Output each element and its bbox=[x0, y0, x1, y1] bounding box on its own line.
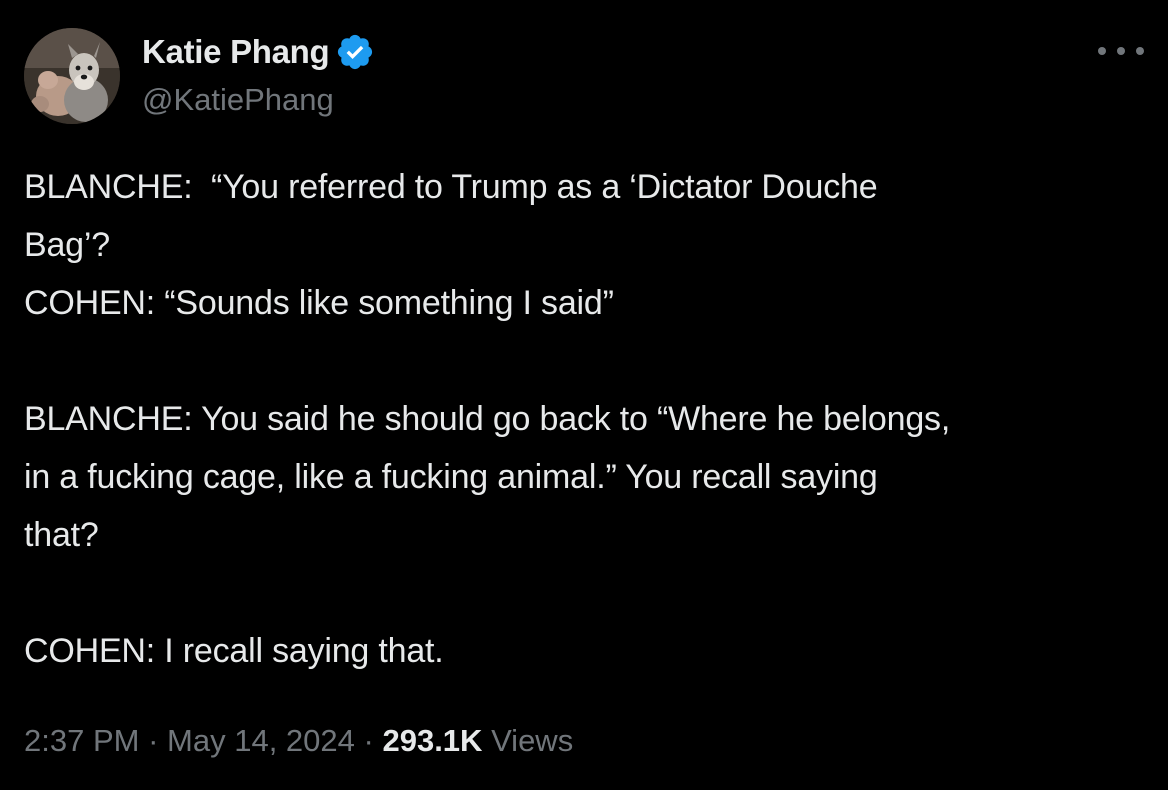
tweet-text-line bbox=[24, 564, 1154, 622]
tweet-card: Katie Phang @KatiePhang BLANCHE: “You re… bbox=[0, 0, 1168, 790]
author-handle[interactable]: @KatiePhang bbox=[142, 80, 334, 120]
tweet-text-line: that? bbox=[24, 516, 99, 554]
views-label: Views bbox=[491, 723, 574, 758]
meta-separator: · bbox=[363, 723, 374, 758]
tweet-meta: 2:37 PM · May 14, 2024 · 293.1K Views bbox=[24, 716, 573, 766]
author-display-name[interactable]: Katie Phang bbox=[142, 32, 330, 72]
tweet-text-line: BLANCHE: You said he should go back to “… bbox=[24, 400, 951, 438]
views-link[interactable]: 293.1K Views bbox=[382, 723, 573, 758]
more-horizontal-icon[interactable] bbox=[1098, 36, 1144, 66]
avatar[interactable] bbox=[24, 28, 120, 124]
tweet-text-line: COHEN: “Sounds like something I said” bbox=[24, 284, 614, 322]
verified-badge-icon[interactable] bbox=[335, 32, 375, 72]
more-dot bbox=[1098, 47, 1106, 55]
tweet-text-line bbox=[24, 332, 1154, 390]
more-dot bbox=[1136, 47, 1144, 55]
tweet-timestamp[interactable]: 2:37 PM · May 14, 2024 bbox=[24, 723, 355, 758]
tweet-text: BLANCHE: “You referred to Trump as a ‘Di… bbox=[24, 158, 1154, 680]
tweet-text-line: COHEN: I recall saying that. bbox=[24, 632, 444, 670]
tweet-time: 2:37 PM bbox=[24, 723, 140, 758]
meta-separator: · bbox=[148, 723, 159, 758]
more-dot bbox=[1117, 47, 1125, 55]
tweet-text-line: BLANCHE: “You referred to Trump as a ‘Di… bbox=[24, 168, 878, 206]
views-count: 293.1K bbox=[382, 723, 483, 758]
avatar-dog-photo bbox=[24, 28, 120, 124]
author-name-row: Katie Phang bbox=[142, 32, 375, 72]
tweet-date: May 14, 2024 bbox=[167, 723, 355, 758]
tweet-text-line: Bag’? bbox=[24, 226, 110, 264]
tweet-text-line: in a fucking cage, like a fucking animal… bbox=[24, 458, 878, 496]
